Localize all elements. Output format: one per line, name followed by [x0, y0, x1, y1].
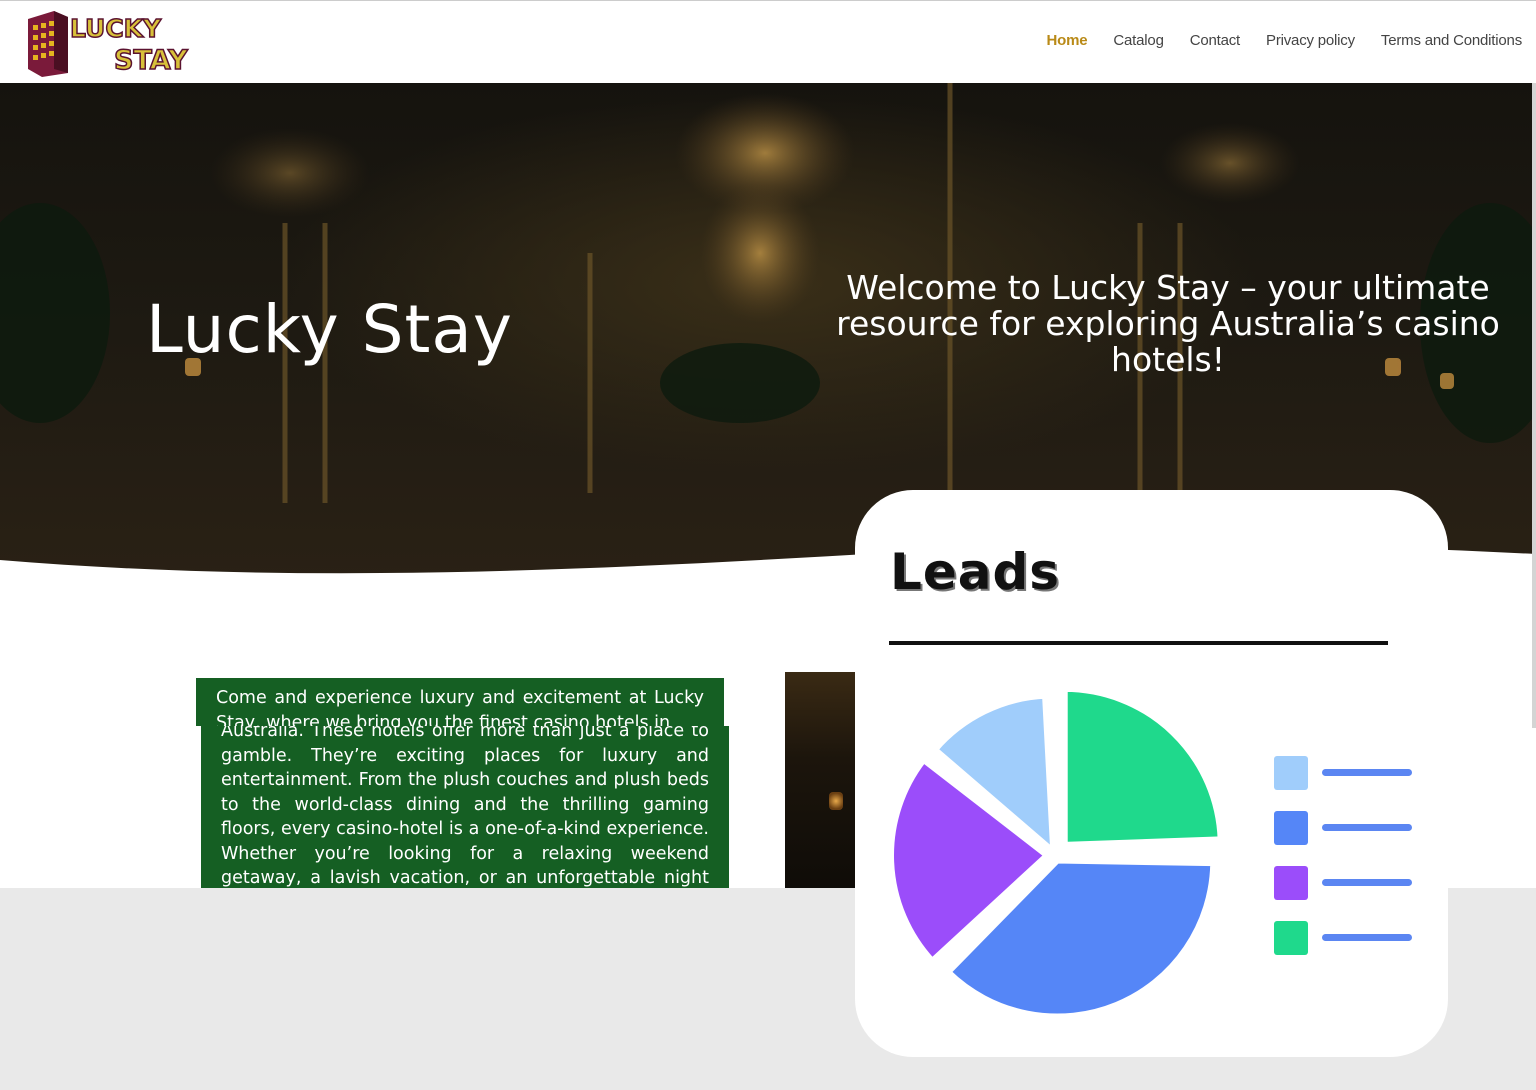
nav-contact[interactable]: Contact [1190, 32, 1240, 49]
logo-text-stay: STAY [114, 45, 188, 76]
legend-label-placeholder [1322, 769, 1412, 776]
legend-label-placeholder [1322, 879, 1412, 886]
leads-pie-chart [888, 685, 1224, 1020]
main-nav: Home Catalog Contact Privacy policy Term… [1047, 32, 1523, 49]
leads-card-title: Leads [890, 543, 1061, 601]
logo-text-lucky: LUCKY [70, 14, 162, 43]
legend-item-3 [1274, 866, 1414, 921]
lucky-stay-logo[interactable]: LUCKY STAY [24, 7, 194, 77]
legend-item-1 [1274, 756, 1414, 811]
hotel-room-photo [785, 672, 857, 888]
legend-swatch [1274, 756, 1308, 790]
nav-privacy-policy[interactable]: Privacy policy [1266, 32, 1355, 49]
site-header: LUCKY STAY Home Catalog Contact Privacy … [0, 0, 1536, 83]
legend-swatch [1274, 866, 1308, 900]
intro-text-box-main: Australia. These hotels offer more than … [201, 726, 729, 888]
hero-subtitle: Welcome to Lucky Stay – your ultimate re… [836, 268, 1500, 379]
nav-terms-and-conditions[interactable]: Terms and Conditions [1381, 32, 1522, 49]
nav-catalog[interactable]: Catalog [1113, 32, 1164, 49]
nav-home[interactable]: Home [1047, 32, 1088, 49]
legend-label-placeholder [1322, 934, 1412, 941]
leads-card-divider [889, 641, 1388, 645]
legend-item-2 [1274, 811, 1414, 866]
legend-swatch [1274, 921, 1308, 955]
page-scrollbar[interactable] [1532, 83, 1536, 728]
legend-item-4 [1274, 921, 1414, 976]
leads-legend [1274, 756, 1414, 976]
hero-title: Lucky Stay [146, 291, 513, 368]
pie-slice-1 [1061, 685, 1224, 848]
hotel-building-icon [28, 11, 68, 77]
legend-label-placeholder [1322, 824, 1412, 831]
intro-paragraph-main: Australia. These hotels offer more than … [221, 726, 709, 888]
intro-paragraph-top: Come and experience luxury and excitemen… [216, 688, 704, 726]
intro-text-box-top: Come and experience luxury and excitemen… [196, 678, 724, 726]
lamp-icon [829, 792, 843, 810]
page: Lucky Stay Welcome to Lucky Stay – your … [0, 0, 1536, 1090]
legend-swatch [1274, 811, 1308, 845]
